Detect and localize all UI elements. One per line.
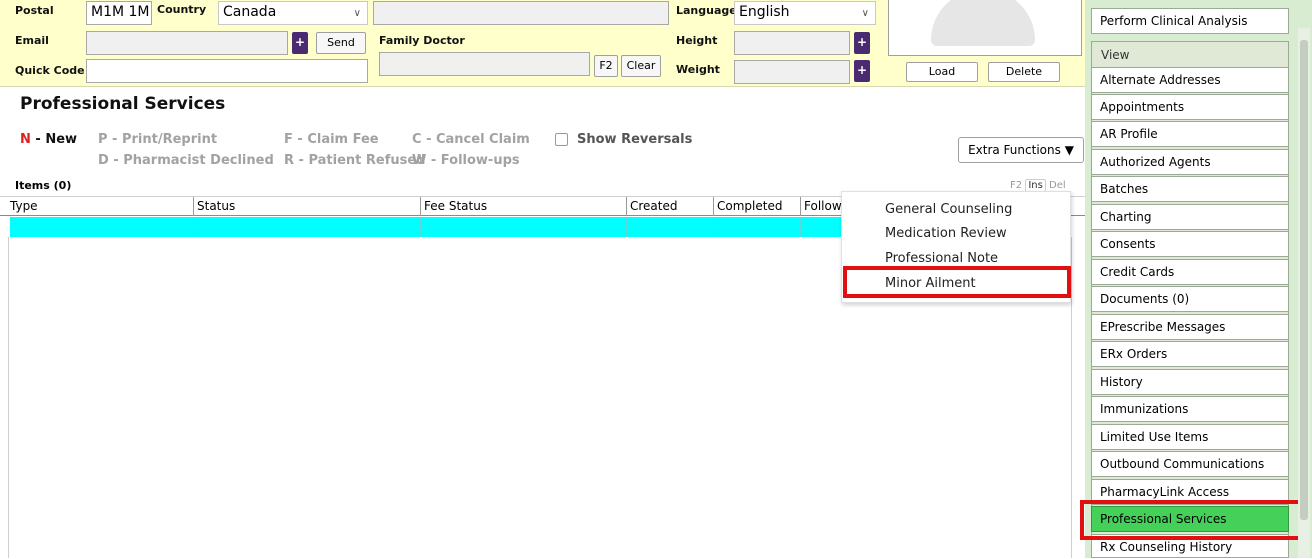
cancel-claim-shortcut[interactable]: C - Cancel Claim xyxy=(412,132,530,147)
nav-item[interactable]: Limited Use Items xyxy=(1091,424,1289,450)
scrollbar-thumb[interactable] xyxy=(1300,40,1308,520)
nav-item[interactable]: EPrescribe Messages xyxy=(1091,314,1289,340)
new-shortcut[interactable]: N - New xyxy=(20,132,77,147)
send-button[interactable]: Send xyxy=(316,32,366,54)
menu-item-professional-note[interactable]: Professional Note xyxy=(885,251,998,266)
quick-code-label: Quick Code xyxy=(15,64,85,77)
cell-divider xyxy=(713,217,714,237)
cell-divider xyxy=(420,217,421,237)
cell-divider xyxy=(626,217,627,237)
extra-functions-label: Extra Functions xyxy=(968,143,1061,157)
nav-item[interactable]: Authorized Agents xyxy=(1091,149,1289,175)
postal-field[interactable]: M1M 1M xyxy=(86,1,152,25)
cell-divider xyxy=(193,217,194,237)
nav-item[interactable]: Alternate Addresses xyxy=(1091,67,1289,93)
email-label: Email xyxy=(15,34,49,47)
column-header-type[interactable]: Type xyxy=(10,199,38,213)
menu-item-general-counseling[interactable]: General Counseling xyxy=(885,202,1012,217)
nav-item[interactable]: Documents (0) xyxy=(1091,286,1289,312)
nav-item[interactable]: Charting xyxy=(1091,204,1289,230)
pharmacist-declined-shortcut[interactable]: D - Pharmacist Declined xyxy=(98,153,274,168)
photo-load-button[interactable]: Load xyxy=(906,62,978,82)
items-shortcut-keys: F2 Ins Del xyxy=(1010,179,1066,192)
country-select[interactable]: Canada ∨ xyxy=(218,1,368,25)
nav-item[interactable]: Outbound Communications xyxy=(1091,451,1289,477)
language-value: English xyxy=(739,4,790,20)
postal-label: Postal xyxy=(15,4,54,17)
claim-fee-shortcut[interactable]: F - Claim Fee xyxy=(284,132,379,147)
highlight-box-professional-services xyxy=(1080,500,1304,540)
view-group-label: View xyxy=(1101,48,1130,62)
family-doctor-label: Family Doctor xyxy=(379,34,465,47)
language-select[interactable]: English ∨ xyxy=(734,1,876,25)
menu-item-medication-review[interactable]: Medication Review xyxy=(885,226,1007,241)
cell-divider xyxy=(800,217,801,237)
extra-functions-button[interactable]: Extra Functions ▼ xyxy=(958,137,1084,163)
nav-item[interactable]: AR Profile xyxy=(1091,121,1289,147)
show-reversals-label: Show Reversals xyxy=(577,132,693,147)
weight-label: Weight xyxy=(676,63,720,76)
items-count-label: Items (0) xyxy=(15,179,72,192)
column-divider[interactable] xyxy=(800,197,801,216)
quick-code-field[interactable] xyxy=(86,59,368,83)
patient-photo xyxy=(888,0,1082,56)
perform-clinical-analysis-button[interactable]: Perform Clinical Analysis xyxy=(1091,8,1289,34)
patient-refused-shortcut[interactable]: R - Patient Refused xyxy=(284,153,426,168)
email-field[interactable] xyxy=(86,31,288,55)
country-value: Canada xyxy=(223,4,277,20)
weight-add-button[interactable]: + xyxy=(854,60,870,82)
nav-item[interactable]: Batches xyxy=(1091,176,1289,202)
f2-key[interactable]: F2 xyxy=(1010,180,1022,191)
page-title: Professional Services xyxy=(20,94,226,114)
country-label: Country xyxy=(157,3,207,16)
dropdown-arrow-icon: ▼ xyxy=(1064,143,1074,157)
column-header-follow[interactable]: Follow xyxy=(804,199,844,213)
follow-ups-shortcut[interactable]: W - Follow-ups xyxy=(412,153,520,168)
column-header-created[interactable]: Created xyxy=(630,199,678,213)
chevron-down-icon: ∨ xyxy=(861,8,869,19)
del-key[interactable]: Del xyxy=(1049,180,1066,191)
chevron-down-icon: ∨ xyxy=(353,8,361,19)
postal-value: M1M 1M xyxy=(91,4,150,20)
nav-item[interactable]: Credit Cards xyxy=(1091,259,1289,285)
show-reversals-checkbox[interactable] xyxy=(555,133,568,146)
avatar-placeholder-icon xyxy=(931,0,1035,46)
photo-delete-button[interactable]: Delete xyxy=(988,62,1060,82)
table-row-selected[interactable] xyxy=(10,217,870,237)
height-field[interactable] xyxy=(734,31,850,55)
family-doctor-clear-button[interactable]: Clear xyxy=(621,55,661,77)
column-divider[interactable] xyxy=(420,197,421,216)
weight-field[interactable] xyxy=(734,60,850,84)
nav-item[interactable]: Consents xyxy=(1091,231,1289,257)
new-shortcut-key: N xyxy=(20,132,31,147)
language-label: Language xyxy=(676,4,737,17)
new-shortcut-label: - New xyxy=(30,132,78,147)
height-add-button[interactable]: + xyxy=(854,32,870,54)
family-doctor-f2-button[interactable]: F2 xyxy=(594,55,618,77)
nav-item[interactable]: Appointments xyxy=(1091,94,1289,120)
column-divider[interactable] xyxy=(713,197,714,216)
column-header-status[interactable]: Status xyxy=(197,199,235,213)
family-doctor-field[interactable] xyxy=(379,52,590,76)
column-header-fee-status[interactable]: Fee Status xyxy=(424,199,487,213)
column-header-completed[interactable]: Completed xyxy=(717,199,782,213)
column-divider[interactable] xyxy=(193,197,194,216)
email-add-button[interactable]: + xyxy=(292,32,308,54)
column-divider[interactable] xyxy=(626,197,627,216)
nav-item[interactable]: History xyxy=(1091,369,1289,395)
height-label: Height xyxy=(676,34,718,47)
address-field[interactable] xyxy=(373,1,669,25)
print-shortcut[interactable]: P - Print/Reprint xyxy=(98,132,217,147)
nav-item[interactable]: Immunizations xyxy=(1091,396,1289,422)
nav-item[interactable]: ERx Orders xyxy=(1091,341,1289,367)
highlight-box-minor-ailment xyxy=(843,266,1071,298)
